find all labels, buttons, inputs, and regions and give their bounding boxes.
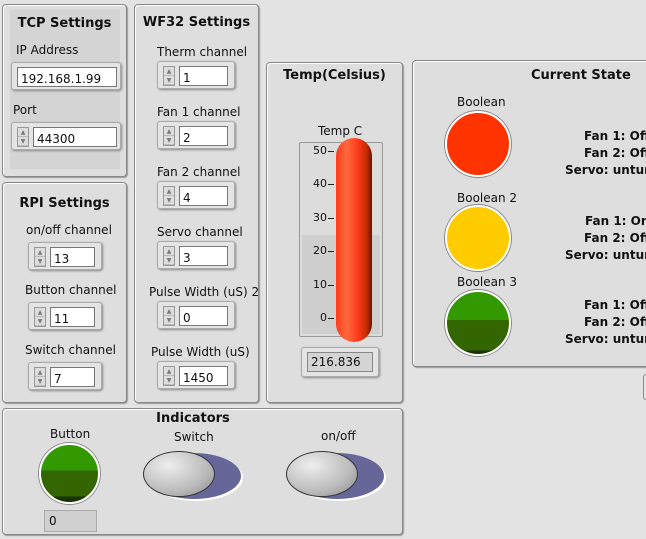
temp-tick-mark (328, 184, 334, 186)
indicators-title: Indicators (156, 411, 230, 426)
ip-address-label: IP Address (16, 43, 79, 57)
current-state-panel: Current State Boolean Fan 1: Off Fan 2: O… (412, 60, 646, 367)
rpi-settings-panel: RPI Settings on/off channel ▲ ▼ 13 Button… (2, 182, 127, 403)
wf32-channel-label: Pulse Width (uS) 2 (149, 285, 260, 299)
button-readout: 0 (44, 510, 97, 532)
temp-tick-mark (328, 318, 334, 319)
tcp-settings-panel: TCP Settings IP Address 192.168.1.99 Por… (2, 4, 127, 177)
rpi-channel-input[interactable]: 13 (50, 247, 95, 267)
rpi-channel-control: ▲ ▼ 7 (28, 362, 102, 390)
switch-toggle[interactable] (141, 449, 241, 501)
button-label: Button (50, 427, 91, 441)
temp-tick-mark (328, 217, 334, 219)
rpi-channel-label: Switch channel (25, 343, 116, 357)
switch-label: Switch (174, 430, 214, 444)
port-input[interactable]: 44300 (33, 127, 117, 147)
wf32-channel-stepper[interactable]: ▲ ▼ (163, 366, 175, 386)
state-text-line: Fan 2: Off (584, 315, 646, 329)
wf32-channel-label: Therm channel (157, 45, 248, 59)
wf32-channel-stepper[interactable]: ▲ ▼ (163, 246, 175, 266)
wf32-channel-label: Fan 2 channel (157, 165, 241, 179)
onoff-label: on/off (321, 429, 356, 443)
state-led (445, 205, 511, 271)
indicators-panel: Indicators Button 0 Switch on/off (2, 408, 403, 535)
temp-readout: 216.836 (307, 352, 373, 372)
temp-c-label: Temp C (318, 124, 363, 138)
rpi-channel-input[interactable]: 7 (50, 367, 95, 387)
temp-tick-mark (328, 251, 334, 253)
wf32-channel-label: Pulse Width (uS) (151, 345, 250, 359)
temp-tick-label: 40 (313, 177, 327, 191)
wf32-channel-control: ▲ ▼ 0 (157, 301, 235, 329)
wf32-channel-control: ▲ ▼ 1450 (157, 361, 235, 389)
wf32-channel-input[interactable]: 4 (179, 186, 228, 206)
state-text-line: Servo: unturn (565, 332, 646, 346)
thermometer-fill (336, 138, 372, 342)
port-control: ▲ ▼ 44300 (11, 122, 121, 150)
temp-tick-mark (328, 284, 334, 286)
state-text-line: Fan 2: Off (584, 231, 646, 245)
temp-panel: Temp(Celsius) Temp C 50 40 30 20 10 0 216.836 (266, 62, 403, 403)
state-led-label: Boolean 2 (457, 191, 518, 205)
state-led-label: Boolean (457, 95, 506, 109)
wf32-channel-input[interactable]: 1450 (179, 366, 228, 386)
port-label: Port (13, 103, 37, 117)
wf32-channel-label: Fan 1 channel (157, 105, 241, 119)
temp-tick-label: 30 (313, 210, 327, 224)
state-led-label: Boolean 3 (457, 275, 518, 289)
state-led (445, 290, 511, 356)
wf32-channel-control: ▲ ▼ 3 (157, 241, 235, 269)
temp-tick-label: 50 (313, 144, 327, 157)
wf32-channel-input[interactable]: 3 (179, 246, 228, 266)
ip-address-input[interactable]: 192.168.1.99 (17, 67, 117, 87)
temp-tick-label: 20 (313, 244, 327, 258)
current-state-title: Current State (531, 68, 631, 83)
wf32-channel-stepper[interactable]: ▲ ▼ (163, 306, 175, 326)
rpi-settings-title: RPI Settings (19, 196, 110, 211)
state-text-line: Fan 1: Off (584, 298, 646, 312)
wf32-channel-input[interactable]: 0 (179, 306, 228, 326)
rpi-channel-control: ▲ ▼ 13 (28, 242, 102, 270)
temp-tick-label: 0 (320, 311, 327, 324)
port-stepper[interactable]: ▲ ▼ (17, 127, 29, 147)
rpi-channel-label: Button channel (25, 283, 117, 297)
button-led[interactable] (39, 443, 100, 504)
temp-tick-mark (328, 151, 334, 152)
wf32-channel-control: ▲ ▼ 2 (157, 121, 235, 149)
state-text-line: Fan 2: Off (584, 146, 646, 160)
rpi-channel-stepper[interactable]: ▲ ▼ (34, 367, 46, 387)
state-text-line: Servo: unturn (565, 248, 646, 262)
wf32-channel-control: ▲ ▼ 1 (157, 61, 235, 89)
temp-title: Temp(Celsius) (283, 68, 386, 83)
rpi-channel-input[interactable]: 11 (50, 307, 95, 327)
wf32-channel-stepper[interactable]: ▲ ▼ (163, 66, 175, 86)
state-text-line: Servo: unturn (565, 163, 646, 177)
rpi-channel-stepper[interactable]: ▲ ▼ (34, 307, 46, 327)
wf32-settings-title: WF32 Settings (142, 15, 251, 30)
wf32-channel-input[interactable]: 2 (179, 126, 228, 146)
temp-readout-frame: 216.836 (301, 347, 379, 377)
wf32-channel-control: ▲ ▼ 4 (157, 181, 235, 209)
temp-tick-label: 10 (313, 277, 327, 291)
rpi-channel-stepper[interactable]: ▲ ▼ (34, 247, 46, 267)
wf32-channel-label: Servo channel (157, 225, 243, 239)
state-text-line: Fan 1: Off (584, 129, 646, 143)
onoff-toggle[interactable] (284, 449, 384, 501)
wf32-channel-stepper[interactable]: ▲ ▼ (163, 186, 175, 206)
rpi-channel-label: on/off channel (26, 223, 112, 237)
wf32-settings-panel: WF32 Settings Therm channel ▲ ▼ 1 Fan 1 c… (134, 4, 259, 403)
tcp-settings-title: TCP Settings (17, 16, 112, 31)
state-text-line: Fan 1: On (585, 214, 646, 228)
state-led (445, 111, 511, 177)
rpi-channel-control: ▲ ▼ 11 (28, 302, 102, 330)
wf32-channel-stepper[interactable]: ▲ ▼ (163, 126, 175, 146)
ip-address-control: 192.168.1.99 (11, 62, 121, 90)
wf32-channel-input[interactable]: 1 (179, 66, 228, 86)
